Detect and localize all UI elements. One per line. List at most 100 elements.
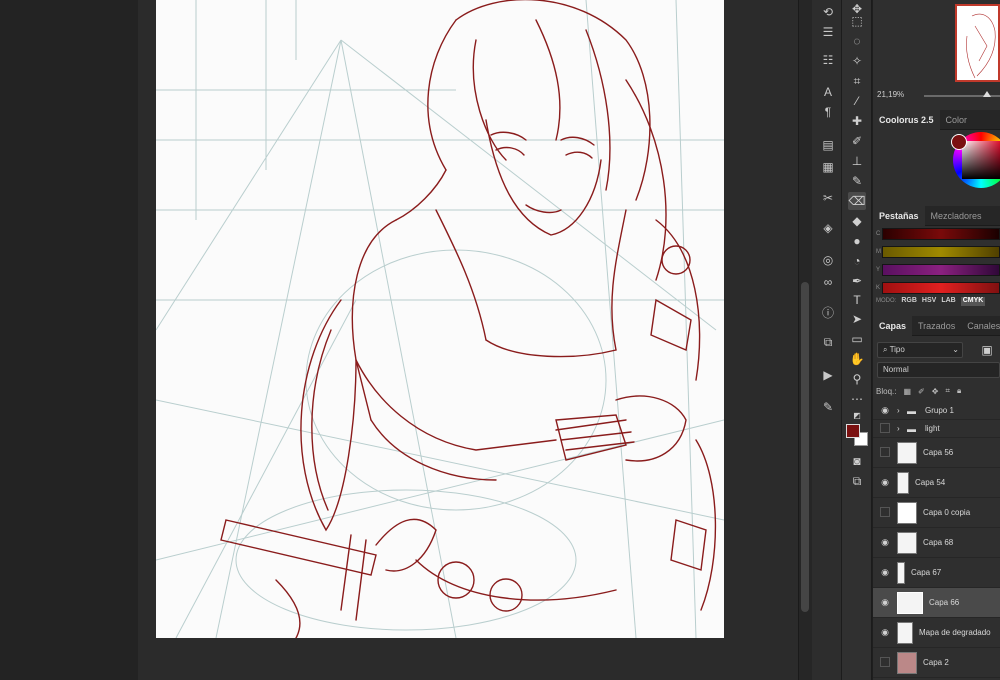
tab-mezcladores[interactable]: Mezcladores [925, 206, 988, 226]
tab-pestanas[interactable]: Pestañas [873, 205, 925, 226]
visibility-eye-icon[interactable]: ◉ [873, 477, 897, 488]
layer-row-capa-66[interactable]: ◉ Capa 66 [873, 588, 1000, 618]
mode-lab[interactable]: LAB [941, 297, 955, 306]
paragraph-icon[interactable]: ¶ [818, 102, 838, 122]
healing-brush-tool-icon[interactable]: ✚ [848, 112, 866, 130]
layer-row-capa-68[interactable]: ◉ Capa 68 [873, 528, 1000, 558]
layer-row-light[interactable]: › ▬ light [873, 420, 1000, 438]
rectangle-tool-icon[interactable]: ▭ [848, 330, 866, 348]
chevron-right-icon[interactable]: › [897, 406, 907, 415]
brush-settings-icon[interactable]: ◎ [818, 250, 838, 270]
tab-canales[interactable]: Canales [961, 316, 1000, 336]
foreground-color-swatch[interactable] [846, 424, 860, 438]
libraries-icon[interactable]: ▤ [818, 135, 838, 155]
blur-tool-icon[interactable]: ● [848, 232, 866, 250]
tab-capas[interactable]: Capas [873, 315, 913, 336]
brush-tool-icon[interactable]: ✐ [848, 132, 866, 150]
visibility-eye-icon[interactable]: ◉ [873, 405, 897, 416]
glyphs-icon[interactable]: ⧉ [818, 332, 838, 352]
history-icon[interactable]: ⟲ [818, 2, 838, 22]
lock-transparent-icon[interactable]: ▦ [903, 387, 911, 396]
lock-pixels-icon[interactable]: ✐ [918, 387, 925, 396]
type-tool-icon[interactable]: T [848, 291, 866, 309]
mode-rgb[interactable]: RGB [901, 297, 917, 306]
visibility-toggle-icon[interactable] [873, 507, 897, 519]
layer-row-grupo-1[interactable]: ◉ › ▬ Grupo 1 [873, 402, 1000, 420]
default-colors-icon[interactable]: ◩ [848, 406, 866, 424]
workspace-background [0, 0, 138, 680]
sketch-artwork [156, 0, 724, 638]
layer-row-capa-56[interactable]: Capa 56 [873, 438, 1000, 468]
visibility-eye-icon[interactable]: ◉ [873, 627, 897, 638]
brushes-icon[interactable]: ✎ [818, 397, 838, 417]
lock-position-icon[interactable]: ✥ [932, 387, 939, 396]
m-slider[interactable] [882, 246, 1000, 258]
visibility-eye-icon[interactable]: ◉ [873, 567, 897, 578]
magic-wand-tool-icon[interactable]: ✧ [848, 52, 866, 70]
layer-name: Capa 56 [923, 448, 954, 457]
lasso-tool-icon[interactable]: ◌ [848, 32, 866, 50]
tab-color[interactable]: Color [940, 110, 974, 130]
layer-filter-select[interactable]: ⌕ Tipo ⌄ [877, 342, 963, 358]
dodge-tool-icon[interactable]: ◔ [848, 252, 866, 270]
visibility-eye-icon[interactable]: ◉ [873, 597, 897, 608]
tool-presets-icon[interactable]: ✂ [818, 188, 838, 208]
eraser-tool-icon[interactable]: ⌫ [848, 192, 866, 210]
marquee-tool-icon[interactable]: ⬚ [848, 12, 866, 30]
character-icon[interactable]: A [818, 82, 838, 102]
clone-stamp-tool-icon[interactable]: ⊥ [848, 152, 866, 170]
layer-name: Capa 0 copia [923, 508, 971, 517]
current-color-dot[interactable] [951, 134, 967, 150]
slider-label-c: C [876, 231, 881, 237]
lock-all-icon[interactable]: 🔒︎ [957, 386, 961, 396]
document-canvas[interactable] [156, 0, 724, 638]
visibility-toggle-icon[interactable] [873, 657, 897, 669]
k-slider[interactable] [882, 282, 1000, 294]
mode-hsv[interactable]: HSV [922, 297, 936, 306]
visibility-eye-icon[interactable]: ◉ [873, 537, 897, 548]
paint-bucket-tool-icon[interactable]: ◆ [848, 212, 866, 230]
actions-play-icon[interactable]: ▶ [818, 365, 838, 385]
layer-name: light [925, 424, 940, 433]
visibility-toggle-icon[interactable] [873, 447, 897, 459]
quick-mask-icon[interactable]: ◙ [848, 452, 866, 470]
history-brush-tool-icon[interactable]: ✎ [848, 172, 866, 190]
layer-row-capa-2[interactable]: Capa 2 [873, 648, 1000, 678]
crop-tool-icon[interactable]: ⌗ [848, 72, 866, 90]
creative-cloud-icon[interactable]: ∞ [818, 272, 838, 292]
layer-name: Capa 54 [915, 478, 946, 487]
properties-icon[interactable]: ☷ [818, 50, 838, 70]
notes-icon[interactable]: ▦ [818, 157, 838, 177]
layer-row-capa-0-copia[interactable]: Capa 0 copia [873, 498, 1000, 528]
screen-mode-icon[interactable]: ⧉ [848, 472, 866, 490]
navigator-zoom-knob[interactable] [983, 91, 991, 97]
navigator-zoom-value[interactable]: 21,19% [877, 90, 904, 99]
image-filter-icon[interactable]: ▣ [978, 341, 996, 359]
scrollbar-thumb[interactable] [801, 282, 809, 612]
tab-coolorus[interactable]: Coolorus 2.5 [873, 109, 940, 130]
zoom-tool-icon[interactable]: ⚲ [848, 370, 866, 388]
layer-row-capa-54[interactable]: ◉ Capa 54 [873, 468, 1000, 498]
c-slider[interactable] [882, 228, 1000, 240]
info-icon[interactable]: ⓘ [818, 302, 838, 322]
tab-trazados[interactable]: Trazados [912, 316, 961, 336]
3d-icon[interactable]: ◈ [818, 218, 838, 238]
blend-mode-select[interactable]: Normal [877, 362, 1000, 378]
layer-row-capa-67[interactable]: ◉ Capa 67 [873, 558, 1000, 588]
mode-cmyk[interactable]: CMYK [960, 297, 986, 306]
hand-tool-icon[interactable]: ✋ [848, 350, 866, 368]
layer-row-mapa-de-degradado[interactable]: ◉ Mapa de degradado [873, 618, 1000, 648]
chevron-right-icon[interactable]: › [897, 424, 907, 433]
layer-name: Capa 66 [929, 598, 960, 607]
y-slider[interactable] [882, 264, 1000, 276]
color-triangle[interactable] [962, 141, 1000, 179]
visibility-toggle-icon[interactable] [873, 423, 897, 435]
navigator-thumbnail[interactable] [955, 4, 1000, 82]
adjustments-icon[interactable]: ☰ [818, 22, 838, 42]
pen-tool-icon[interactable]: ✒ [848, 272, 866, 290]
eyedropper-tool-icon[interactable]: ⁄ [848, 92, 866, 110]
layer-thumbnail [897, 651, 917, 674]
path-selection-tool-icon[interactable]: ➤ [848, 310, 866, 328]
layer-name: Grupo 1 [925, 406, 954, 415]
lock-artboard-icon[interactable]: ⌗ [945, 386, 950, 396]
